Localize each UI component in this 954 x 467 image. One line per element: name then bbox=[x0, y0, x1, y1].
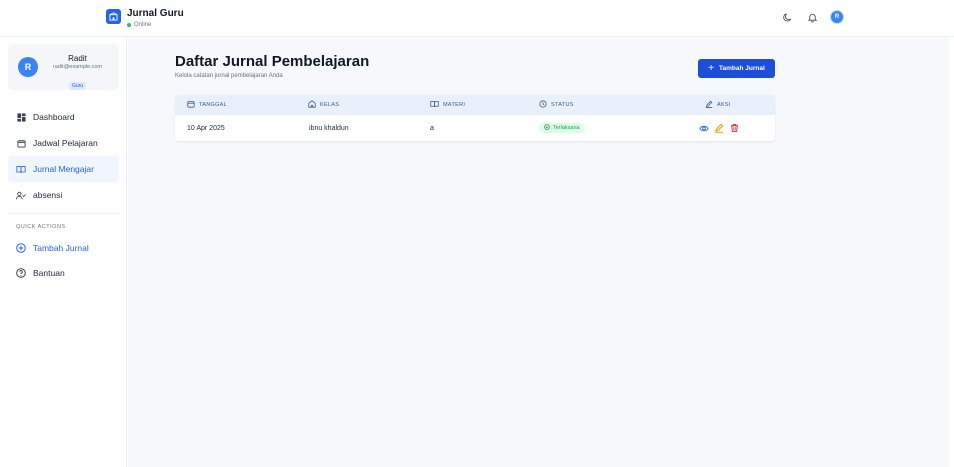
school-icon bbox=[308, 100, 316, 110]
user-check-icon bbox=[16, 190, 26, 200]
online-status: Online bbox=[127, 22, 151, 28]
profile-name: Radit bbox=[68, 54, 87, 63]
sidebar-item-label: Jurnal Mengajar bbox=[33, 164, 94, 174]
user-avatar[interactable]: R bbox=[830, 10, 844, 24]
theme-toggle-icon[interactable] bbox=[780, 10, 794, 24]
online-status-label: Online bbox=[134, 22, 152, 28]
quick-action-tambah-jurnal[interactable]: Tambah Jurnal bbox=[8, 235, 119, 260]
sidebar-item-label: Dashboard bbox=[33, 112, 75, 122]
sidebar-item-absensi[interactable]: absensi bbox=[8, 182, 119, 208]
table-header: TANGGAL KELAS MATERI STATUS AKSI bbox=[175, 95, 775, 115]
cell-kelas: ibnu khaldun bbox=[309, 124, 349, 132]
clock-icon bbox=[539, 100, 547, 110]
sidebar-item-label: absensi bbox=[33, 190, 63, 200]
app-title: Jurnal Guru bbox=[127, 8, 184, 19]
quick-actions-list: Tambah Jurnal Bantuan bbox=[8, 235, 119, 285]
cell-materi: a bbox=[430, 124, 434, 132]
cell-tanggal: 10 Apr 2025 bbox=[187, 124, 225, 132]
add-journal-label: Tambah Jurnal bbox=[719, 65, 765, 72]
plus-circle-icon bbox=[16, 242, 26, 253]
sidebar-item-jadwal[interactable]: Jadwal Pelajaran bbox=[8, 130, 119, 156]
plus-icon: + bbox=[708, 62, 715, 74]
calendar-icon bbox=[16, 138, 26, 148]
sidebar-item-dashboard[interactable]: Dashboard bbox=[8, 104, 119, 130]
row-actions bbox=[699, 123, 739, 133]
journal-table: TANGGAL KELAS MATERI STATUS AKSI 10 Apr … bbox=[175, 95, 775, 141]
online-dot-icon bbox=[127, 23, 131, 27]
top-header: Jurnal Guru Online R bbox=[0, 0, 954, 37]
sidebar-item-jurnal[interactable]: Jurnal Mengajar bbox=[8, 156, 119, 182]
header-actions: R bbox=[780, 10, 844, 24]
sidebar-divider bbox=[8, 213, 119, 214]
dashboard-icon bbox=[16, 112, 26, 122]
sidebar-nav: Dashboard Jadwal Pelajaran Jurnal Mengaj… bbox=[8, 104, 119, 208]
calendar-icon bbox=[187, 100, 195, 110]
table-row[interactable]: 10 Apr 2025 ibnu khaldun a Terlaksana bbox=[175, 115, 775, 141]
page-subtitle: Kelola catatan jurnal pembelajaran Anda bbox=[175, 73, 283, 79]
check-circle-icon bbox=[544, 124, 550, 132]
column-header-materi[interactable]: MATERI bbox=[430, 95, 465, 115]
main-content: Daftar Jurnal Pembelajaran Kelola catata… bbox=[128, 38, 949, 467]
role-badge: Guru bbox=[68, 82, 87, 90]
school-logo-icon bbox=[106, 9, 121, 24]
help-circle-icon bbox=[16, 267, 26, 278]
column-header-aksi[interactable]: AKSI bbox=[705, 95, 731, 115]
sidebar-item-label: Jadwal Pelajaran bbox=[33, 138, 98, 148]
edit-pencil-icon[interactable] bbox=[714, 123, 724, 133]
quick-action-label: Bantuan bbox=[33, 267, 65, 278]
book-icon bbox=[430, 100, 439, 110]
column-header-status[interactable]: STATUS bbox=[539, 95, 574, 115]
pencil-icon bbox=[705, 100, 713, 110]
delete-trash-icon[interactable] bbox=[729, 123, 739, 133]
quick-actions-title: QUICK ACTIONS bbox=[16, 224, 66, 230]
cell-actions bbox=[699, 115, 739, 141]
column-header-tanggal[interactable]: TANGGAL bbox=[187, 95, 227, 115]
view-eye-icon[interactable] bbox=[699, 123, 709, 133]
quick-action-bantuan[interactable]: Bantuan bbox=[8, 260, 119, 285]
add-journal-button[interactable]: + Tambah Jurnal bbox=[698, 59, 775, 78]
page-title: Daftar Jurnal Pembelajaran bbox=[175, 53, 370, 70]
sidebar: R Radit radit@example.com Guru Dashboard… bbox=[0, 37, 127, 467]
book-icon bbox=[16, 164, 26, 174]
column-header-kelas[interactable]: KELAS bbox=[308, 95, 339, 115]
cell-status: Terlaksana bbox=[539, 115, 585, 141]
bell-icon[interactable] bbox=[805, 10, 819, 24]
status-badge: Terlaksana bbox=[539, 123, 585, 133]
quick-action-label: Tambah Jurnal bbox=[33, 242, 89, 253]
profile-email: radit@example.com bbox=[53, 64, 102, 70]
profile-card: R Radit radit@example.com Guru bbox=[8, 44, 119, 90]
